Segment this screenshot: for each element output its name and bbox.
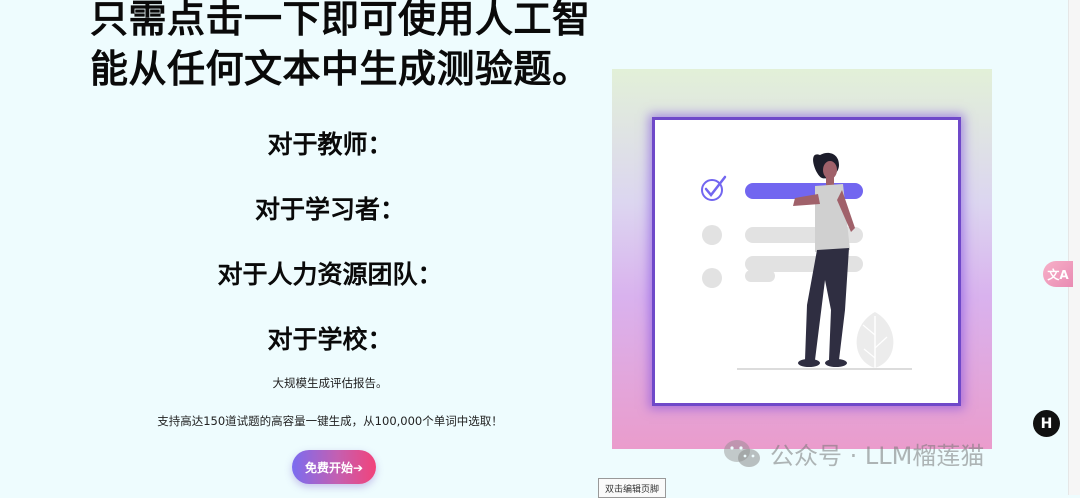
leaf-icon (856, 312, 894, 368)
checklist-dot (702, 268, 722, 288)
hero-illustration (612, 69, 992, 449)
translate-button[interactable]: 文A (1043, 261, 1073, 287)
check-circle-icon (701, 175, 727, 201)
checklist-dot (702, 225, 722, 245)
audience-teachers-heading: 对于教师： (267, 130, 393, 159)
illustration-card (652, 117, 961, 406)
report-note: 大规模生成评估报告。 (272, 376, 388, 390)
audience-hr-heading: 对于人力资源团队： (217, 260, 443, 289)
edit-footer-button[interactable]: 双击编辑页脚 (598, 478, 666, 498)
audience-schools-heading: 对于学校： (267, 325, 393, 354)
wechat-icon (724, 439, 760, 467)
audience-learners-heading: 对于学习者： (254, 195, 405, 224)
checklist-bar (745, 270, 775, 282)
h-assistant-button[interactable]: H (1033, 410, 1060, 437)
start-free-button[interactable]: 免费开始➔ (292, 450, 376, 484)
wechat-watermark: 公众号 · LLM榴莲猫 (722, 436, 984, 471)
hero-title: 只需点击一下即可使用人工智 能从任何文本中生成测验题。 (90, 0, 610, 94)
h-icon: H (1040, 415, 1053, 432)
ground-line (737, 368, 912, 370)
page-scrollbar-edge (1068, 0, 1080, 495)
hero-title-line-1: 只需点击一下即可使用人工智 (90, 0, 591, 41)
quiz-person-illustration (701, 152, 912, 370)
capacity-note: 支持高达150道试题的高容量一键生成，从100,000个单词中选取！ (157, 414, 503, 428)
hero-title-line-2: 能从任何文本中生成测验题。 (90, 47, 591, 91)
watermark-text: 公众号 · LLM榴莲猫 (770, 442, 985, 470)
translate-icon: 文A (1047, 267, 1069, 282)
